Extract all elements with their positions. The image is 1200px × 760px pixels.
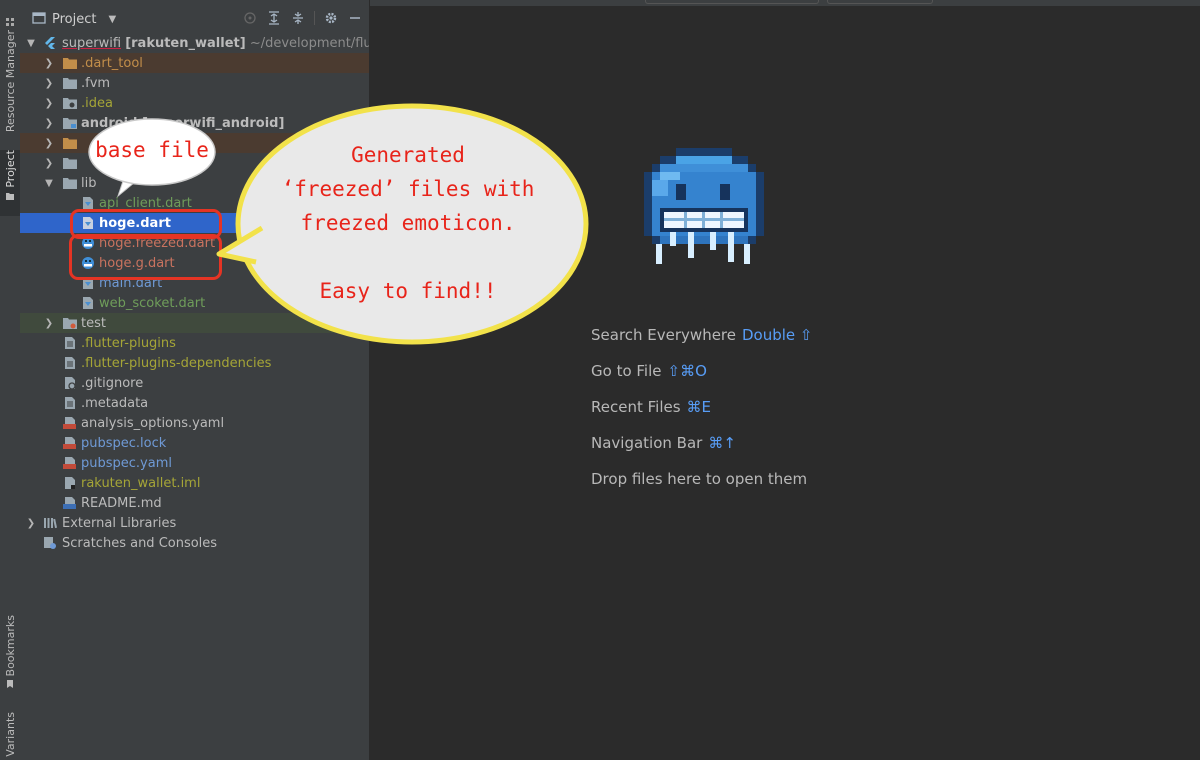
callout-overlay bbox=[88, 103, 589, 345]
callout-generated-line3: freezed emoticon. bbox=[300, 211, 516, 235]
callout-base-file: base file bbox=[95, 138, 209, 162]
callout-generated-line1: Generated bbox=[351, 143, 465, 167]
callout-generated-line4: Easy to find!! bbox=[319, 279, 497, 303]
callout-generated-line2: ‘freezed’ files with bbox=[281, 177, 535, 201]
